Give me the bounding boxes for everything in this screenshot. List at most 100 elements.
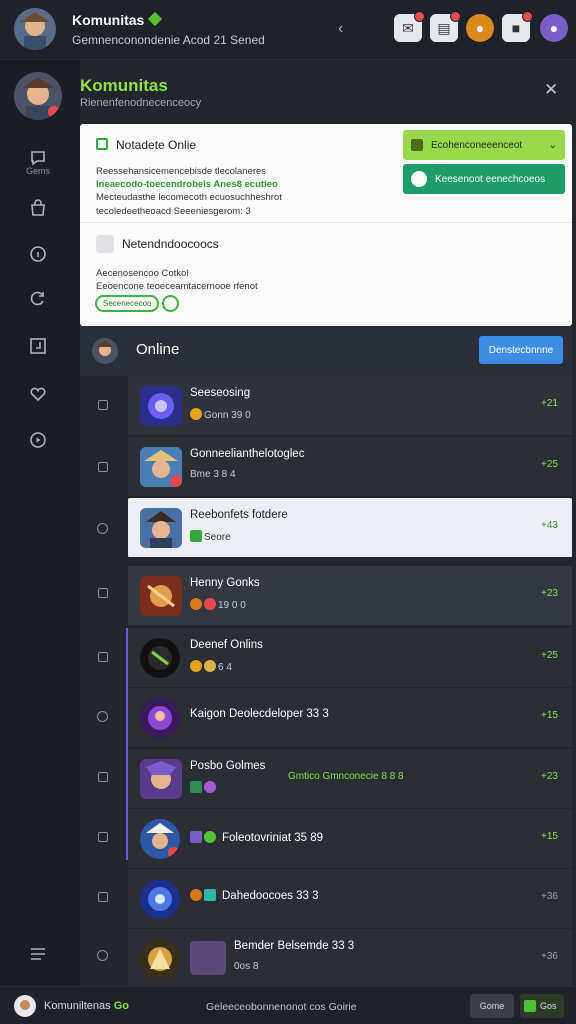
section2-title: Netendndoocoocs	[122, 237, 219, 251]
coin-icon	[204, 660, 216, 672]
row-name: Foleotovriniat 35 89	[190, 831, 323, 844]
app-title: Komunitas	[72, 11, 163, 28]
avatar	[140, 819, 180, 859]
app-root: Komunitas Gemnenconondenie Acod 21 Sened…	[0, 0, 576, 1024]
row-checkbox[interactable]	[98, 772, 108, 782]
top-bar: Komunitas Gemnenconondenie Acod 21 Sened…	[0, 0, 576, 60]
list-item[interactable]: Gonneelianthelotoglec Bme 3 8 4 +25	[128, 437, 572, 497]
circle-info-icon[interactable]	[24, 240, 52, 268]
row-checkbox[interactable]	[98, 832, 108, 842]
gallery-icon[interactable]	[24, 332, 52, 360]
badge-icon	[190, 598, 202, 610]
list-item[interactable]: Bemder Belsemde 33 3 0os 8 +36	[128, 929, 572, 989]
close-icon[interactable]: ✕	[544, 80, 558, 100]
row-value: +21	[541, 398, 558, 409]
pill-button[interactable]: Secenececoo	[95, 295, 159, 312]
store-icon[interactable]: ■	[502, 11, 533, 42]
row-checkbox[interactable]	[98, 892, 108, 902]
coin-icon	[190, 889, 202, 901]
footer-status: Geleeceobonnenonot cos Goirie	[206, 1001, 357, 1013]
row-name: Dahedoocoes 33 3	[190, 889, 319, 902]
row-name: Gonneelianthelotoglec	[190, 448, 305, 460]
list-item[interactable]: Seeseosing Gonn 39 0 +21	[128, 376, 572, 436]
tag-icon	[204, 889, 216, 901]
profile-icon[interactable]: ●	[540, 14, 568, 42]
user-avatar[interactable]	[14, 8, 56, 50]
gold-badge-icon[interactable]: ●	[466, 14, 494, 42]
gem-icon	[204, 781, 216, 793]
row-checkbox[interactable]	[98, 588, 108, 598]
heart-pill-icon[interactable]	[162, 295, 179, 312]
row-name: Henny Gonks	[190, 577, 260, 589]
row-meta	[190, 781, 218, 794]
chat-icon	[411, 171, 427, 187]
bag-icon[interactable]	[24, 194, 52, 222]
row-value: +15	[541, 710, 558, 721]
notification-icon[interactable]: ✉	[394, 11, 425, 42]
teal-action-button[interactable]: Keesenoot eenechcoeos	[403, 164, 565, 194]
heart-icon[interactable]	[24, 380, 52, 408]
footer-avatar[interactable]	[14, 995, 36, 1017]
community-title: Komunitas	[80, 76, 168, 95]
footer-button[interactable]: Gos	[520, 994, 564, 1018]
sidebar-label-gems: Gems	[25, 166, 50, 176]
online-header: Online Denstecbnnne	[80, 326, 572, 376]
notice-line: tecoledeetheoacd Seeeniesgerom: 3	[96, 206, 251, 217]
list-item-selected[interactable]: Reebonfets fotdere Seore +43	[128, 498, 572, 558]
gem-icon	[148, 11, 163, 27]
thumbnail	[190, 941, 226, 975]
list-item[interactable]: Kaigon Deolecdeloper 33 3 +15	[128, 688, 572, 748]
row-search-icon[interactable]	[97, 950, 108, 961]
inbox-icon[interactable]: ▤	[430, 11, 461, 42]
notice-line: Ineaecodo-toecendrobeis Anes8 ecutieo	[96, 179, 278, 190]
tag-icon	[190, 781, 202, 793]
doc-icon	[96, 235, 114, 253]
list-item[interactable]: Foleotovriniat 35 89 +15	[128, 809, 572, 869]
row-value: +25	[541, 459, 558, 470]
menu-icon[interactable]	[24, 940, 52, 968]
refresh-icon[interactable]	[24, 284, 52, 312]
green-action-button[interactable]: Ecohenconeeenceot ⌄	[403, 130, 565, 160]
row-checkbox[interactable]	[98, 652, 108, 662]
row-checkbox[interactable]	[98, 400, 108, 410]
row-checkbox[interactable]	[98, 462, 108, 472]
notice-title: Notadete Onlie	[116, 138, 197, 152]
online-avatar	[92, 338, 118, 364]
play-circle-icon[interactable]	[24, 426, 52, 454]
green-square-icon	[190, 530, 202, 542]
coin-icon	[204, 831, 216, 843]
footer-button[interactable]: Gome	[470, 994, 514, 1018]
chevron-left-icon[interactable]: ‹	[338, 20, 343, 38]
card-divider	[80, 222, 572, 223]
footer-bar: Komuniltenas Go Geleeceobonnenonot cos G…	[0, 986, 576, 1024]
footer-user: Komuniltenas Go	[44, 1000, 129, 1012]
avatar	[140, 698, 180, 738]
avatar	[140, 939, 180, 979]
row-value: +43	[541, 520, 558, 531]
section2-line: Eeoencone teoeceamtacernooe rfenot	[96, 281, 258, 292]
coin-icon	[190, 408, 202, 420]
row-search-icon[interactable]	[97, 523, 108, 534]
row-meta: 19 0 0	[190, 598, 246, 611]
row-value: +23	[541, 771, 558, 782]
notice-card: Notadete Onlie Reessehansicemencebisde t…	[80, 124, 572, 326]
checkbox-icon[interactable]	[96, 138, 108, 150]
list-item[interactable]: Henny Gonks 19 0 0 +23	[128, 566, 572, 626]
list-item[interactable]: Dahedoocoes 33 3 +36	[128, 869, 572, 929]
row-meta: Seore	[190, 530, 231, 543]
list-item[interactable]: Posbo Golmes Gmtico Gmnconecie 8 8 8 +23	[128, 749, 572, 809]
row-name: Deenef Onlins	[190, 639, 263, 651]
sidebar-avatar[interactable]	[14, 72, 62, 120]
badge-icon	[204, 598, 216, 610]
notice-line: Reessehansicemencebisde tlecolaneres	[96, 166, 267, 177]
avatar	[140, 508, 182, 548]
row-search-icon[interactable]	[97, 711, 108, 722]
avatar	[140, 759, 182, 799]
green-square-icon	[524, 1000, 536, 1012]
row-name: Seeseosing	[190, 387, 251, 399]
online-action-button[interactable]: Denstecbnnne	[479, 336, 563, 364]
avatar	[140, 576, 182, 616]
list-item[interactable]: Deenef Onlins 6 4 +25	[128, 628, 572, 688]
chevron-down-icon: ⌄	[548, 139, 557, 151]
avatar	[140, 386, 182, 426]
